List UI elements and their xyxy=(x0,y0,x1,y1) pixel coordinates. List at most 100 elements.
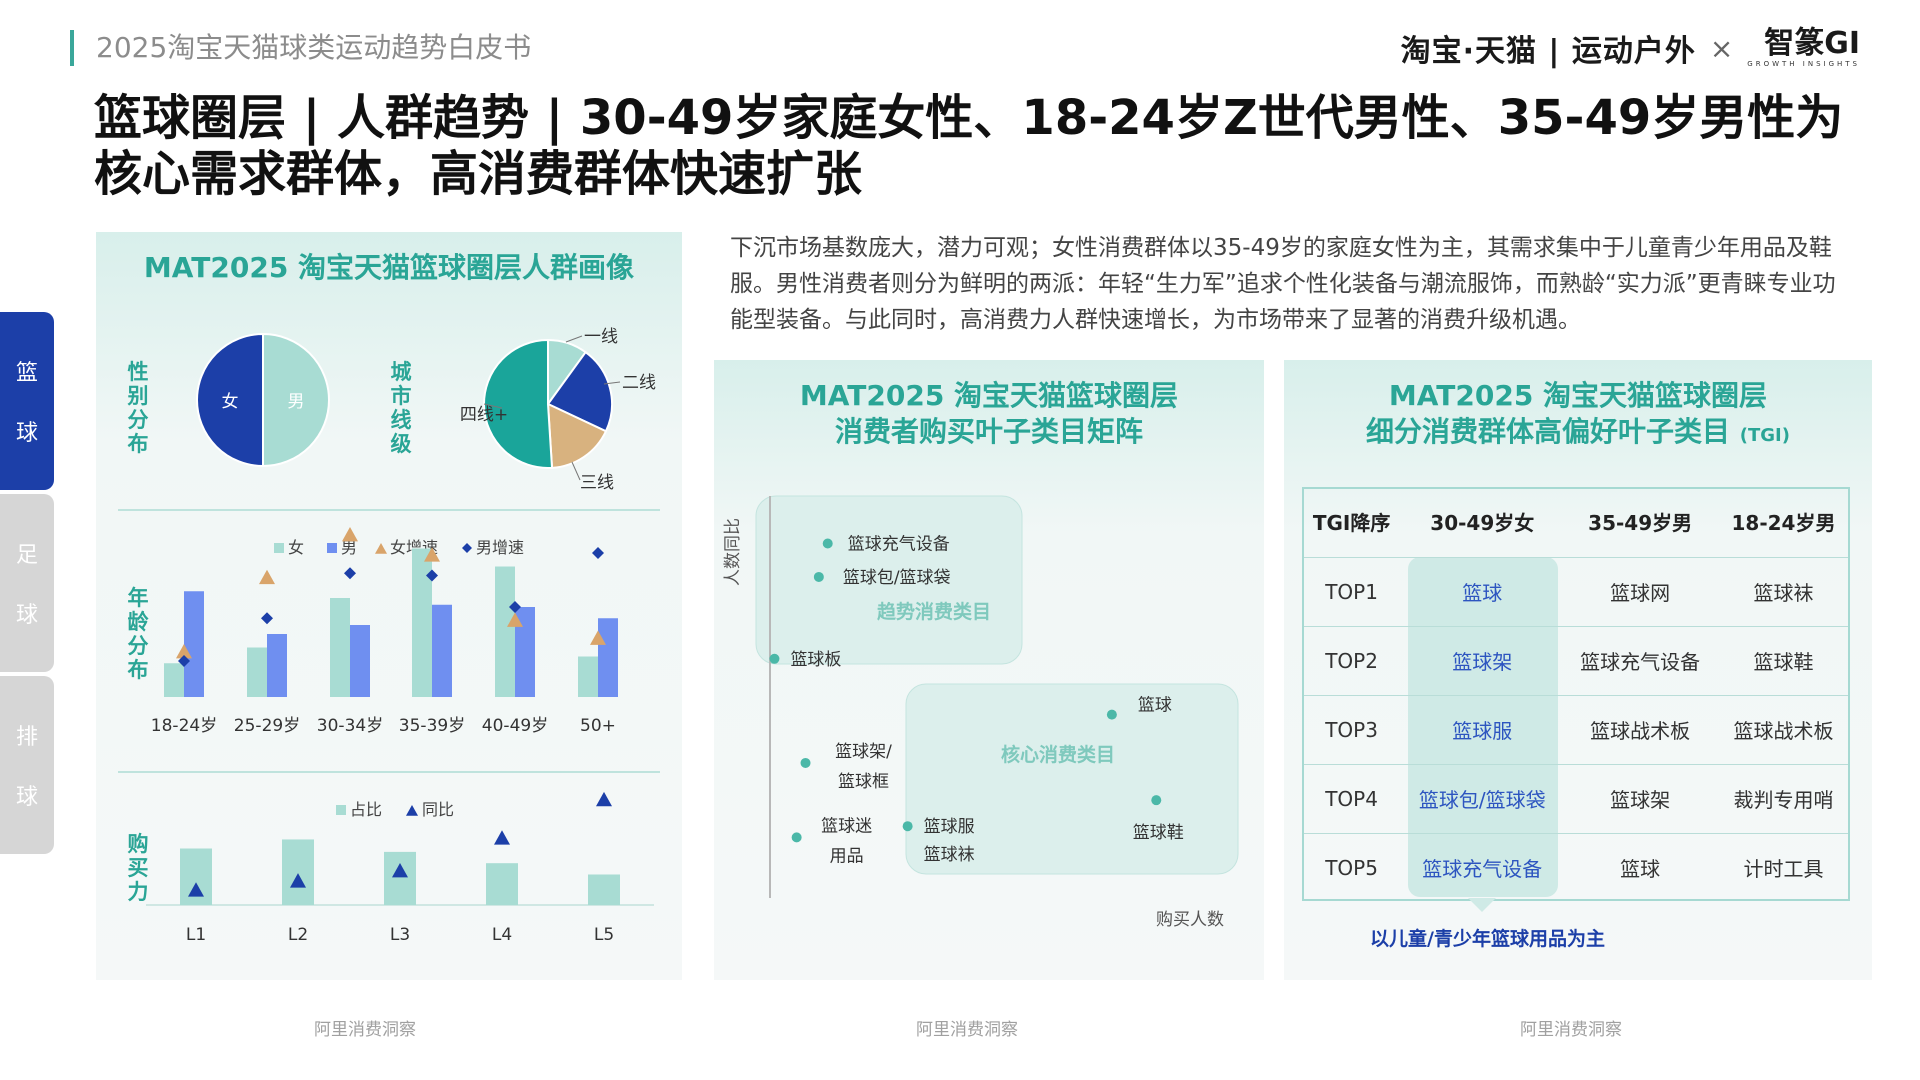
matrix-point-label: 篮球袜 xyxy=(924,845,975,865)
age-bar-male xyxy=(598,618,618,697)
left-panel-source: 阿里消费洞察 xyxy=(314,1020,416,1040)
matrix-point xyxy=(800,757,811,768)
tgi-table: TGI降序 30-49岁女 35-49岁男 18-24岁男 TOP1 篮球 篮球网 篮球袜 T… xyxy=(1302,487,1850,902)
legend-swatch xyxy=(406,805,418,816)
age-marker-male-growth xyxy=(592,547,604,559)
age-bar-female xyxy=(412,548,432,697)
category-matrix-chart: 趋势消费类目核心消费类目 篮球充气设备篮球包/篮球袋篮球板篮球篮球架/篮球框篮球… xyxy=(723,495,1239,930)
matrix-point xyxy=(769,653,780,664)
table-row: TOP3 篮球服 篮球战术板 篮球战术板 xyxy=(1302,694,1850,764)
tgi-rank-cell: TOP2 xyxy=(1302,625,1402,695)
matrix-point xyxy=(813,571,824,582)
page-title: 篮球圈层 | 人群趋势 | 30-49岁家庭女性、18-24岁Z世代男性、35-… xyxy=(94,90,1844,202)
tgi-category-cell: 篮球战术板 xyxy=(1716,694,1850,764)
age-marker-male-growth xyxy=(261,612,273,625)
age-bar-female xyxy=(164,663,184,697)
right-panel-source: 阿里消费洞察 xyxy=(1520,1020,1622,1040)
legend-swatch xyxy=(462,543,472,553)
buy-tick-label: L3 xyxy=(390,925,410,945)
matrix-point-label: 篮球板 xyxy=(790,650,841,670)
tgi-category-cell: 篮球充气设备 xyxy=(1563,625,1717,695)
matrix-point-label: 篮球框 xyxy=(838,772,889,792)
legend-label: 同比 xyxy=(422,800,454,819)
age-marker-male-growth xyxy=(344,567,356,580)
tgi-category-cell: 篮球充气设备 xyxy=(1401,832,1564,902)
matrix-point-label: 用品 xyxy=(830,846,864,866)
legend-label: 占比 xyxy=(350,800,382,819)
matrix-point xyxy=(1106,709,1117,720)
table-row: TOP4 篮球包/篮球袋 篮球架 裁判专用哨 xyxy=(1302,763,1850,833)
collab-times-sign: × xyxy=(1709,31,1734,65)
side-tab-char: 球 xyxy=(15,785,38,810)
pie-slice-tier4plus xyxy=(483,338,554,469)
age-marker-female-growth xyxy=(342,527,358,542)
age-marker-female-growth xyxy=(259,569,275,585)
tgi-category-cell: 裁判专用哨 xyxy=(1716,763,1850,833)
tgi-header-cell: 18-24岁男 xyxy=(1731,511,1836,536)
table-row: TOP2 篮球架 篮球充气设备 篮球鞋 xyxy=(1302,625,1850,695)
age-bar-male xyxy=(350,625,370,697)
tgi-category-cell: 篮球 xyxy=(1563,832,1717,902)
age-bar-male xyxy=(184,591,204,697)
core-category-label: 核心消费类目 xyxy=(1001,743,1115,766)
tgi-rank-cell: TOP4 xyxy=(1302,763,1402,833)
side-tab-basketball[interactable]: 篮 球 xyxy=(0,312,54,490)
age-tick-label: 50+ xyxy=(580,716,616,736)
age-distribution-chart: 女男女增速 男增速18-24岁 25-29岁 30-34岁 35-39岁 40-49岁 50… xyxy=(151,527,618,736)
matrix-point-label: 篮球鞋 xyxy=(1133,823,1184,843)
matrix-point xyxy=(791,832,802,843)
taobao-tmall-logo: 淘宝·天猫 | 运动户外 xyxy=(1400,34,1696,69)
tgi-table-head: TGI降序 30-49岁女 35-49岁男 18-24岁男 xyxy=(1302,487,1850,557)
tgi-category-cell: 篮球战术板 xyxy=(1563,694,1717,764)
age-bar-female xyxy=(330,598,350,697)
side-tab-char: 足 xyxy=(15,543,38,568)
buy-tick-label: L5 xyxy=(594,925,614,945)
side-tabs: 篮 球 足 球 排 球 xyxy=(0,312,56,858)
matrix-point xyxy=(822,538,833,549)
tgi-note-arrow xyxy=(1468,898,1496,912)
side-tab-char: 篮 xyxy=(15,361,38,386)
tgi-header-cell: TGI降序 xyxy=(1312,511,1391,536)
tgi-table-body: TOP1 篮球 篮球网 篮球袜 TOP2 篮球架 篮球充气设备 篮球鞋 TOP3 篮球服 篮球战术板… xyxy=(1302,556,1850,902)
side-tab-football[interactable]: 足 球 xyxy=(0,494,54,672)
pie-leader-line xyxy=(571,461,581,481)
summary-description: 下沉市场基数庞大，潜力可观；女性消费群体以35-49岁的家庭女性为主，其需求集中… xyxy=(730,235,1836,333)
age-tick-label: 40-49岁 xyxy=(482,716,548,736)
document-title: 2025淘宝天猫球类运动趋势白皮书 xyxy=(96,31,532,64)
matrix-point-label: 篮球架/ xyxy=(835,742,892,762)
buy-marker-yoy xyxy=(494,830,510,845)
age-tick-label: 18-24岁 xyxy=(151,716,217,736)
header-accent-bar xyxy=(70,30,74,66)
matrix-point xyxy=(902,821,913,832)
partner-logo: 智篆GI GROWTH INSIGHTS xyxy=(1747,28,1860,69)
right-panel-title-tag: (TGI) xyxy=(1739,425,1790,446)
age-tick-label: 25-29岁 xyxy=(234,716,300,736)
pie-leader-line xyxy=(565,335,583,343)
brand-logos: 淘宝·天猫 | 运动户外 × 智篆GI GROWTH INSIGHTS xyxy=(1401,26,1860,70)
purchasing-power-chart: 占比 同比 L1 L2 L3 L4 L5 xyxy=(146,791,654,945)
tgi-category-cell: 计时工具 xyxy=(1716,832,1850,902)
tgi-category-cell: 篮球网 xyxy=(1563,556,1717,626)
right-panel-title-line2: 细分消费群体高偏好叶子类目 (TGI) xyxy=(1284,414,1872,454)
table-row: TOP1 篮球 篮球网 篮球袜 xyxy=(1302,556,1850,626)
legend-label: 男增速 xyxy=(476,538,524,557)
pie-label-city-tier: 一线 xyxy=(584,327,618,347)
tgi-note: 以儿童/青少年篮球用品为主 xyxy=(1370,928,1605,950)
age-bar-female xyxy=(578,656,598,697)
side-tab-char: 球 xyxy=(15,421,38,446)
middle-panel-source: 阿里消费洞察 xyxy=(916,1020,1018,1040)
tgi-category-cell: 篮球架 xyxy=(1563,763,1717,833)
legend-swatch xyxy=(327,543,337,553)
buy-bar-share xyxy=(486,863,518,905)
side-tab-volleyball[interactable]: 排 球 xyxy=(0,676,54,854)
tgi-header-cell: 35-49岁男 xyxy=(1588,511,1693,536)
right-panel-title-text: 细分消费群体高偏好叶子类目 xyxy=(1366,415,1731,448)
matrix-point-label: 篮球包/篮球袋 xyxy=(843,568,951,588)
left-panel-charts: 女男 一线二线三线四线+ 女男女增速 男增速18-24岁 25-29岁 30-34岁 3… xyxy=(118,327,660,945)
tgi-rank-cell: TOP1 xyxy=(1302,556,1402,626)
age-tick-label: 30-34岁 xyxy=(317,716,383,736)
tgi-rank-cell: TOP5 xyxy=(1302,832,1402,902)
age-tick-label: 35-39岁 xyxy=(399,716,465,736)
legend-swatch xyxy=(336,805,346,815)
partner-logo-sub: GROWTH INSIGHTS xyxy=(1747,60,1860,68)
